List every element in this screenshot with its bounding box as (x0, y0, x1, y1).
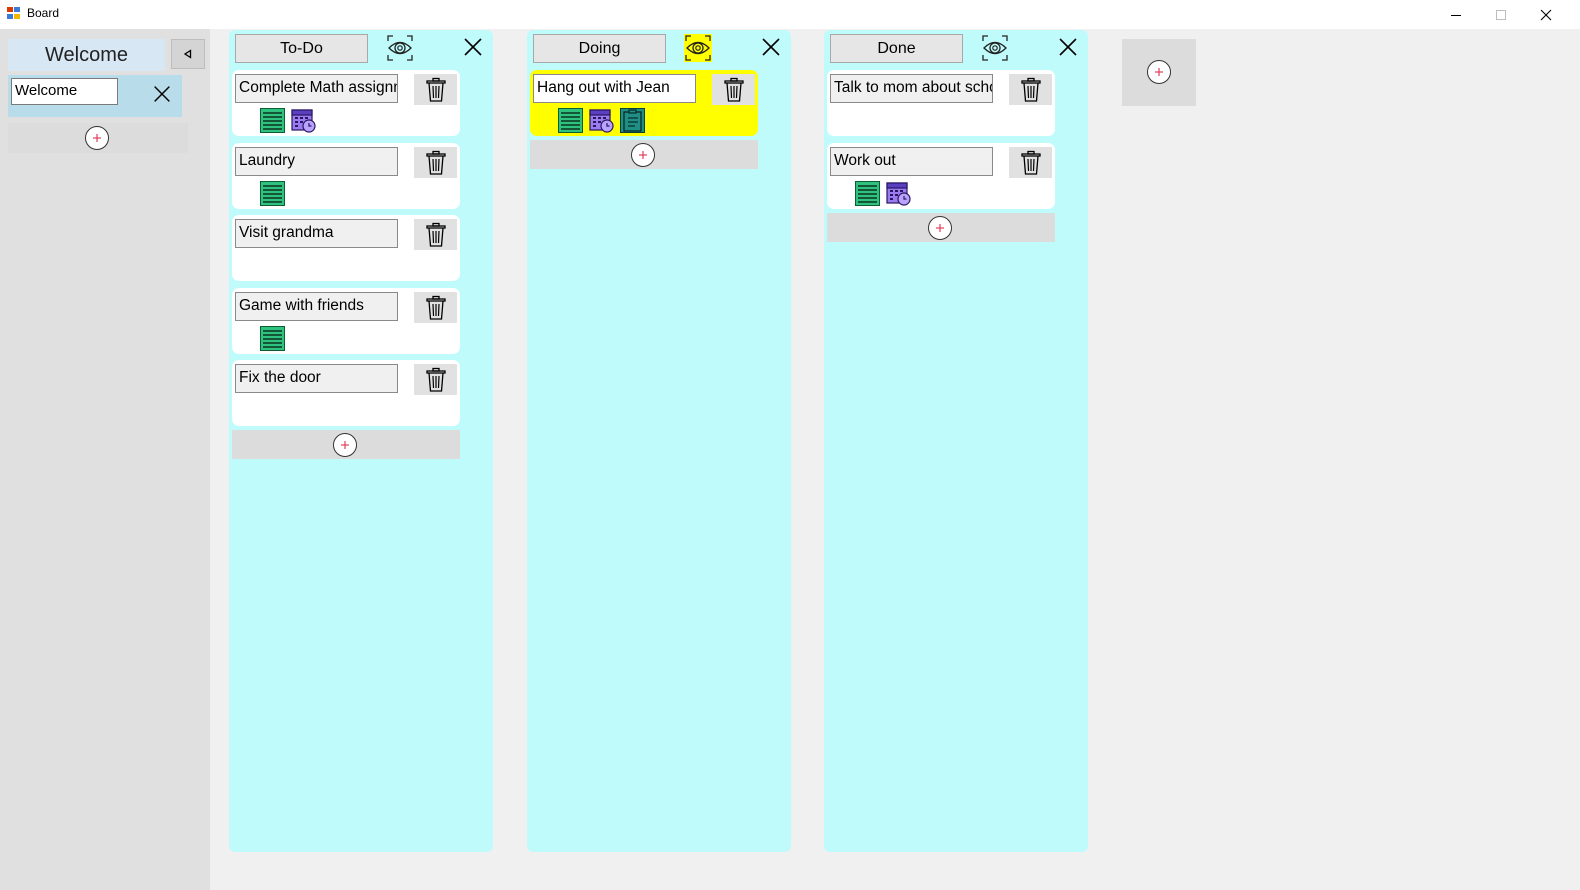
column-title[interactable]: Doing (533, 34, 666, 63)
add-circle-icon (1146, 59, 1172, 85)
notes-icon[interactable] (855, 181, 880, 206)
delete-task-button[interactable] (414, 147, 457, 178)
add-circle-icon (927, 215, 953, 241)
notes-icon[interactable] (260, 326, 285, 351)
task-card[interactable]: Work out (827, 143, 1055, 209)
trash-icon (722, 77, 746, 103)
sidebar-collapse-button[interactable] (171, 39, 205, 69)
close-icon (1540, 9, 1552, 20)
task-card[interactable]: Game with friends (232, 288, 460, 354)
eye-focus-icon (981, 34, 1009, 62)
notes-icon[interactable] (260, 181, 285, 206)
add-circle-icon (630, 142, 656, 168)
maximize-button[interactable] (1478, 0, 1524, 29)
column-title[interactable]: Done (830, 34, 963, 63)
delete-task-button[interactable] (1009, 147, 1052, 178)
calendar-clock-icon[interactable] (291, 108, 316, 133)
trash-icon (1019, 77, 1043, 103)
minimize-button[interactable] (1433, 0, 1479, 29)
sidebar-board-entry: Welcome (8, 75, 182, 117)
add-task-button[interactable] (232, 430, 460, 459)
trash-icon (424, 77, 448, 103)
task-card[interactable]: Visit grandma (232, 215, 460, 281)
delete-task-button[interactable] (414, 292, 457, 323)
task-card[interactable]: Hang out with Jean (530, 70, 758, 136)
checklist-icon[interactable] (620, 108, 645, 133)
watch-column-button[interactable] (386, 34, 414, 62)
delete-task-button[interactable] (414, 74, 457, 105)
task-title-input[interactable]: Laundry (235, 147, 398, 176)
calendar-clock-icon[interactable] (589, 108, 614, 133)
task-card[interactable]: Complete Math assignment (232, 70, 460, 136)
task-card[interactable]: Laundry (232, 143, 460, 209)
window-title: Board (27, 6, 60, 20)
sidebar-tab-welcome[interactable]: Welcome (8, 39, 165, 71)
add-board-button[interactable] (8, 123, 188, 153)
eye-focus-icon (684, 34, 712, 62)
task-title-input[interactable]: Visit grandma (235, 219, 398, 248)
add-circle-icon (332, 432, 358, 458)
delete-task-button[interactable] (1009, 74, 1052, 105)
column-title[interactable]: To-Do (235, 34, 368, 63)
close-column-x-icon[interactable] (1056, 35, 1080, 59)
app-icon (7, 7, 21, 20)
title-bar: Board (0, 0, 1580, 29)
column-todo: To-Do Complete Math assignment Laundry V… (229, 30, 493, 852)
delete-task-button[interactable] (712, 74, 755, 105)
close-window-button[interactable] (1523, 0, 1569, 29)
trash-icon (424, 222, 448, 248)
maximize-icon (1496, 9, 1506, 20)
close-column-x-icon[interactable] (759, 35, 783, 59)
delete-board-x-icon[interactable] (151, 83, 173, 105)
minimize-icon (1451, 14, 1461, 16)
calendar-clock-icon[interactable] (886, 181, 911, 206)
trash-icon (1019, 150, 1043, 176)
delete-task-button[interactable] (414, 364, 457, 395)
column-doing: Doing Hang out with Jean (527, 30, 791, 852)
watch-column-button[interactable] (684, 34, 712, 62)
watch-column-button[interactable] (981, 34, 1009, 62)
column-done: Done Talk to mom about school Work out (824, 30, 1088, 852)
notes-icon[interactable] (260, 108, 285, 133)
add-column-button[interactable] (1122, 39, 1196, 106)
task-title-input[interactable]: Talk to mom about school (830, 74, 993, 103)
notes-icon[interactable] (558, 108, 583, 133)
task-card[interactable]: Fix the door (232, 360, 460, 426)
close-column-x-icon[interactable] (461, 35, 485, 59)
trash-icon (424, 295, 448, 321)
task-title-input[interactable]: Hang out with Jean (533, 74, 696, 103)
task-title-input[interactable]: Work out (830, 147, 993, 176)
eye-focus-icon (386, 34, 414, 62)
trash-icon (424, 150, 448, 176)
add-task-button[interactable] (827, 213, 1055, 242)
task-card[interactable]: Talk to mom about school (827, 70, 1055, 136)
task-title-input[interactable]: Game with friends (235, 292, 398, 321)
add-circle-icon (84, 125, 110, 151)
task-title-input[interactable]: Complete Math assignment (235, 74, 398, 103)
add-task-button[interactable] (530, 140, 758, 169)
trash-icon (424, 367, 448, 393)
triangle-left-icon (183, 49, 192, 59)
task-title-input[interactable]: Fix the door (235, 364, 398, 393)
sidebar: Welcome Welcome (0, 29, 210, 890)
delete-task-button[interactable] (414, 219, 457, 250)
board-name-input[interactable]: Welcome (11, 78, 118, 105)
